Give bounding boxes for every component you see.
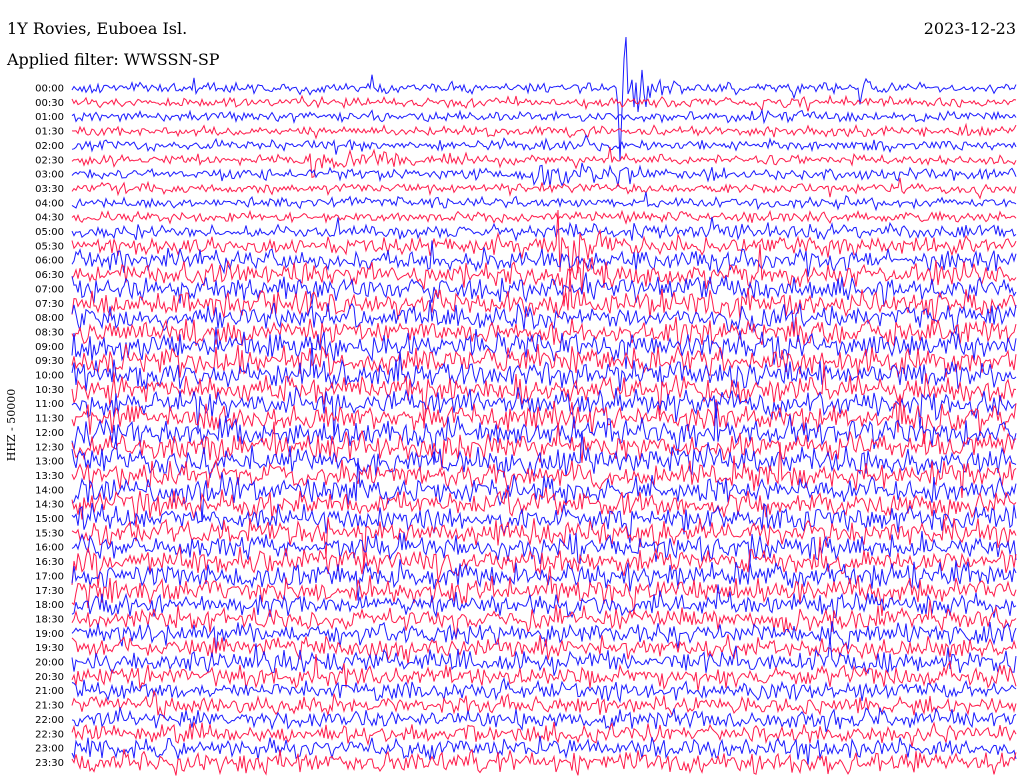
time-label-1330: 13:30 [35, 471, 64, 482]
trace-row-1330 [71, 442, 1017, 498]
time-label-1700: 17:00 [35, 571, 64, 582]
trace-row-0300 [71, 162, 1017, 188]
time-label-1800: 18:00 [35, 600, 64, 611]
time-label-2230: 22:30 [35, 729, 64, 740]
time-label-0500: 05:00 [35, 227, 64, 238]
time-label-1130: 11:30 [35, 414, 64, 425]
time-label-1630: 16:30 [35, 557, 64, 568]
trace-row-0400 [71, 191, 1017, 212]
time-label-0000: 00:00 [35, 84, 64, 95]
time-label-1000: 10:00 [35, 371, 64, 382]
trace-row-1630 [71, 536, 1017, 589]
time-label-0800: 08:00 [35, 313, 64, 324]
trace-row-0930 [71, 344, 1017, 380]
time-label-1730: 17:30 [35, 586, 64, 597]
time-label-2030: 20:30 [35, 672, 64, 683]
trace-row-0030 [71, 94, 1017, 113]
trace-row-0200 [71, 133, 1017, 155]
time-label-0730: 07:30 [35, 299, 64, 310]
trace-row-2330 [71, 748, 1017, 776]
time-label-2130: 21:30 [35, 701, 64, 712]
time-label-1200: 12:00 [35, 428, 64, 439]
time-label-0230: 02:30 [35, 155, 64, 166]
trace-row-2230 [71, 721, 1017, 747]
time-label-0130: 01:30 [35, 127, 64, 138]
time-label-0100: 01:00 [35, 112, 64, 123]
trace-row-1200 [71, 401, 1017, 465]
time-label-1900: 19:00 [35, 629, 64, 640]
time-label-1930: 19:30 [35, 643, 64, 654]
time-labels-group: 00:00 00:30 01:00 01:30 02:00 02:30 03:00 03:30… [35, 84, 64, 769]
time-label-0430: 04:30 [35, 213, 64, 224]
time-label-0830: 08:30 [35, 327, 64, 338]
time-label-1830: 18:30 [35, 614, 64, 625]
time-label-2200: 22:00 [35, 715, 64, 726]
time-label-2330: 23:30 [35, 758, 64, 769]
time-label-2100: 21:00 [35, 686, 64, 697]
time-label-0900: 09:00 [35, 342, 64, 353]
time-label-0600: 06:00 [35, 256, 64, 267]
y-axis-label: HHZ - 50000 [5, 389, 18, 462]
time-label-1400: 14:00 [35, 485, 64, 496]
time-label-1530: 15:30 [35, 528, 64, 539]
time-label-1600: 16:00 [35, 543, 64, 554]
helicorder-chart: 00:00 00:30 01:00 01:30 02:00 02:30 03:00 03:30… [5, 36, 1017, 776]
time-label-2000: 20:00 [35, 658, 64, 669]
time-label-1230: 12:30 [35, 442, 64, 453]
time-label-0930: 09:30 [35, 356, 64, 367]
trace-row-2200 [71, 707, 1017, 733]
trace-row-0130 [71, 122, 1017, 140]
time-label-2300: 23:00 [35, 744, 64, 755]
time-label-0300: 03:00 [35, 170, 64, 181]
time-label-0700: 07:00 [35, 284, 64, 295]
trace-row-1300 [71, 431, 1017, 479]
time-label-1030: 10:30 [35, 385, 64, 396]
time-label-1100: 11:00 [35, 399, 64, 410]
trace-row-0100 [71, 108, 1017, 125]
time-label-0330: 03:30 [35, 184, 64, 195]
trace-row-0430 [71, 209, 1017, 225]
time-label-0030: 00:30 [35, 98, 64, 109]
time-label-0200: 02:00 [35, 141, 64, 152]
traces-group [71, 36, 1017, 776]
trace-row-2030 [71, 653, 1017, 692]
trace-row-0630 [71, 244, 1017, 307]
time-label-1430: 14:30 [35, 500, 64, 511]
time-label-0400: 04:00 [35, 198, 64, 209]
time-label-0630: 06:30 [35, 270, 64, 281]
time-label-0530: 05:30 [35, 241, 64, 252]
time-label-1500: 15:00 [35, 514, 64, 525]
time-label-1300: 13:00 [35, 457, 64, 468]
